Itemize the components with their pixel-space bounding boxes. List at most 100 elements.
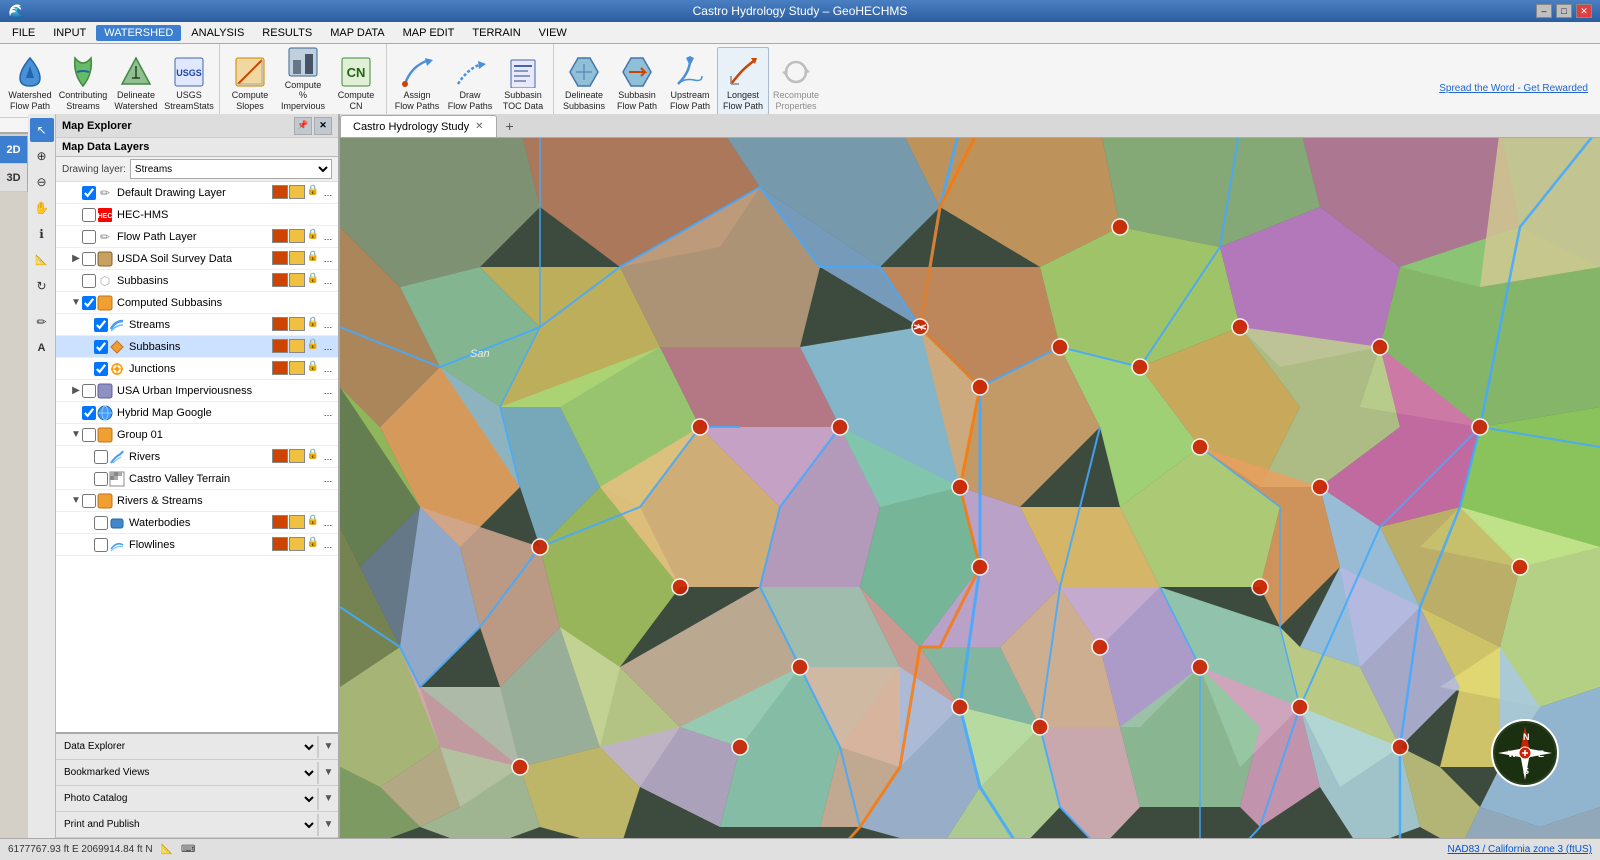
layer-row-hybrid-map[interactable]: Hybrid Map Google … <box>56 402 338 424</box>
measure-tool-icon[interactable]: 📐 <box>161 844 173 855</box>
map-explorer-pin-button[interactable]: 📌 <box>294 117 312 135</box>
annotate-tool[interactable]: A <box>30 336 54 360</box>
layer-row-hec-hms[interactable]: HEC HEC-HMS <box>56 204 338 226</box>
layer-expand-computed[interactable]: ▼ <box>70 297 82 308</box>
print-publish-arrow[interactable]: ▼ <box>318 814 338 836</box>
layer-check-group01[interactable] <box>82 428 96 442</box>
layer-row-castro-valley[interactable]: Castro Valley Terrain … <box>56 468 338 490</box>
watershed-flow-path-button[interactable]: WatershedFlow Path <box>4 47 56 115</box>
compute-slopes-button[interactable]: ComputeSlopes <box>224 47 276 115</box>
layer-menu-btn-flowlines[interactable]: … <box>320 537 336 553</box>
layer-check-streams[interactable] <box>94 318 108 332</box>
select-tool[interactable]: ↖ <box>30 118 54 142</box>
compute-cn-button[interactable]: CN ComputeCN <box>330 47 382 115</box>
maximize-button[interactable]: □ <box>1556 4 1572 18</box>
map-area[interactable]: SanPablo Castro San Leandro San Lorenzo … <box>340 138 1600 838</box>
layer-row-subbasins-root[interactable]: ⬡ Subbasins 🔒 … <box>56 270 338 292</box>
map-tab-castro[interactable]: Castro Hydrology Study ✕ <box>340 115 497 137</box>
subbasin-toc-data-button[interactable]: SubbasinTOC Data <box>497 47 549 115</box>
zoom-out-tool[interactable]: ⊖ <box>30 170 54 194</box>
layer-row-group01[interactable]: ▼ Group 01 <box>56 424 338 446</box>
bookmarked-views-arrow[interactable]: ▼ <box>318 762 338 784</box>
layer-check-castro-valley[interactable] <box>94 472 108 486</box>
drawing-layer-select[interactable]: Streams Subbasins Junctions Flow Paths <box>130 159 332 179</box>
layer-menu-btn-junctions[interactable]: … <box>320 361 336 377</box>
layer-menu-btn-usda[interactable]: … <box>320 251 336 267</box>
layer-menu-btn2[interactable]: … <box>320 229 336 245</box>
usgs-streamstats-button[interactable]: USGS USGSStreamStats <box>163 47 215 115</box>
subbasin-flow-path-button[interactable]: SubbasinFlow Path <box>611 47 663 115</box>
delineate-watershed-button[interactable]: DelineateWatershed <box>110 47 162 115</box>
layer-menu-btn-waterbodies[interactable]: … <box>320 515 336 531</box>
layer-row-default-drawing[interactable]: ✏ Default Drawing Layer 🔒 … <box>56 182 338 204</box>
measure-tool[interactable]: 📐 <box>30 248 54 272</box>
photo-catalog-select[interactable]: Photo Catalog <box>56 788 318 810</box>
layer-check-usda[interactable] <box>82 252 96 266</box>
layer-expand-group01[interactable]: ▼ <box>70 429 82 440</box>
data-explorer-arrow[interactable]: ▼ <box>318 736 338 758</box>
layer-row-junctions[interactable]: Junctions 🔒 … <box>56 358 338 380</box>
print-publish-select[interactable]: Print and Publish <box>56 814 318 836</box>
view-2d-button[interactable]: 2D <box>0 136 27 164</box>
layer-check-flow-path[interactable] <box>82 230 96 244</box>
pan-tool[interactable]: ✋ <box>30 196 54 220</box>
data-explorer-select[interactable]: Data Explorer <box>56 736 318 758</box>
window-controls[interactable]: – □ ✕ <box>1536 4 1592 18</box>
menu-item-view[interactable]: VIEW <box>531 25 575 41</box>
layer-check-subbasins-child[interactable] <box>94 340 108 354</box>
layer-check-waterbodies[interactable] <box>94 516 108 530</box>
layer-menu-btn-streams[interactable]: … <box>320 317 336 333</box>
layer-check-junctions[interactable] <box>94 362 108 376</box>
layer-check-usa-urban[interactable] <box>82 384 96 398</box>
map-tab-close[interactable]: ✕ <box>475 121 483 132</box>
layer-menu-btn[interactable]: … <box>320 185 336 201</box>
assign-flow-paths-button[interactable]: AssignFlow Paths <box>391 47 443 115</box>
menu-item-map-data[interactable]: MAP DATA <box>322 25 392 41</box>
menu-item-terrain[interactable]: TERRAIN <box>464 25 528 41</box>
map-explorer-close-button[interactable]: ✕ <box>314 117 332 135</box>
layer-check-rivers[interactable] <box>94 450 108 464</box>
layer-expand-rivers-streams[interactable]: ▼ <box>70 495 82 506</box>
layer-row-rivers-streams[interactable]: ▼ Rivers & Streams <box>56 490 338 512</box>
layer-check-rivers-streams[interactable] <box>82 494 96 508</box>
layer-check-hybrid[interactable] <box>82 406 96 420</box>
layer-row-flowlines[interactable]: Flowlines 🔒 … <box>56 534 338 556</box>
layer-row-usa-urban[interactable]: ▶ USA Urban Imperviousness … <box>56 380 338 402</box>
menu-item-results[interactable]: RESULTS <box>254 25 320 41</box>
layer-row-subbasins-child[interactable]: Subbasins 🔒 … <box>56 336 338 358</box>
delineate-subbasins-button[interactable]: DelineateSubbasins <box>558 47 610 115</box>
layer-check-subbasins-root[interactable] <box>82 274 96 288</box>
layer-row-computed-subbasins[interactable]: ▼ Computed Subbasins <box>56 292 338 314</box>
layer-menu-btn-usa-urban[interactable]: … <box>320 383 336 399</box>
layer-menu-btn-subbasins-child[interactable]: … <box>320 339 336 355</box>
map-tab-add[interactable]: + <box>499 115 521 137</box>
layer-row-rivers[interactable]: Rivers 🔒 … <box>56 446 338 468</box>
photo-catalog-arrow[interactable]: ▼ <box>318 788 338 810</box>
layer-menu-btn-subbasins-root[interactable]: … <box>320 273 336 289</box>
draw-tool[interactable]: ✏ <box>30 310 54 334</box>
minimize-button[interactable]: – <box>1536 4 1552 18</box>
layer-check-hec-hms[interactable] <box>82 208 96 222</box>
menu-item-watershed[interactable]: WATERSHED <box>96 25 181 41</box>
rotate-tool[interactable]: ↻ <box>30 274 54 298</box>
menu-item-analysis[interactable]: ANALYSIS <box>183 25 252 41</box>
upstream-flow-path-button[interactable]: UpstreamFlow Path <box>664 47 716 115</box>
recompute-properties-button[interactable]: RecomputeProperties <box>770 47 822 115</box>
bookmarked-views-select[interactable]: Bookmarked Views <box>56 762 318 784</box>
identify-tool[interactable]: ℹ <box>30 222 54 246</box>
layer-menu-btn-hybrid[interactable]: … <box>320 405 336 421</box>
layer-check-default-drawing[interactable] <box>82 186 96 200</box>
contributing-streams-button[interactable]: ContributingStreams <box>57 47 109 115</box>
layer-row-flow-path[interactable]: ✏ Flow Path Layer 🔒 … <box>56 226 338 248</box>
layer-check-computed[interactable] <box>82 296 96 310</box>
layer-menu-btn-rivers[interactable]: … <box>320 449 336 465</box>
menu-item-file[interactable]: FILE <box>4 25 43 41</box>
draw-flow-paths-button[interactable]: DrawFlow Paths <box>444 47 496 115</box>
coordinate-input-icon[interactable]: ⌨ <box>181 844 195 855</box>
compute-impervious-button[interactable]: Compute %Impervious <box>277 47 329 115</box>
layer-expand-usa-urban[interactable]: ▶ <box>70 385 82 396</box>
view-3d-button[interactable]: 3D <box>0 164 27 192</box>
layer-expand-usda[interactable]: ▶ <box>70 253 82 264</box>
menu-item-map-edit[interactable]: MAP EDIT <box>395 25 463 41</box>
menu-item-input[interactable]: INPUT <box>45 25 94 41</box>
